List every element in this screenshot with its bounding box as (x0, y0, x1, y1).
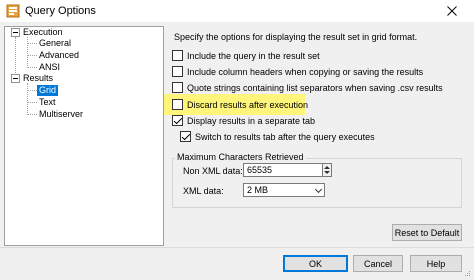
tree-item-label: ANSI (39, 62, 61, 72)
collapse-execution-toggle[interactable] (11, 28, 20, 37)
switch-to-results-tab-checkbox[interactable] (180, 131, 191, 142)
xml-label: XML data: (183, 186, 224, 196)
xml-data-value: 2 MB (247, 185, 269, 195)
tree-item-label: Multiserver (39, 109, 84, 119)
reset-to-default-button[interactable]: Reset to Default (392, 224, 462, 241)
options-tree[interactable]: Execution General Advanced ANSI Results … (4, 26, 164, 246)
discard-results-checkbox[interactable] (172, 99, 183, 110)
tree-item-label: General (39, 38, 72, 48)
non-xml-label: Non XML data: (183, 166, 243, 176)
collapse-results-toggle[interactable] (11, 74, 20, 83)
option-include-query[interactable]: Include the query in the result set (172, 49, 320, 62)
include-column-headers-checkbox[interactable] (172, 66, 183, 77)
option-quote-strings[interactable]: Quote strings containing list separators… (172, 81, 443, 94)
help-button[interactable]: Help (410, 255, 462, 272)
option-label: Switch to results tab after the query ex… (195, 131, 375, 142)
separate-tab-checkbox[interactable] (172, 115, 183, 126)
option-label: Discard results after execution (187, 99, 309, 110)
page-description: Specify the options for displaying the r… (174, 32, 418, 42)
spin-down-icon[interactable] (324, 171, 330, 174)
tree-item-label: Text (39, 97, 56, 107)
window-title: Query Options (25, 5, 96, 17)
include-query-checkbox[interactable] (172, 50, 183, 61)
group-title: Maximum Characters Retrieved (175, 152, 306, 162)
option-include-column-headers[interactable]: Include column headers when copying or s… (172, 65, 423, 78)
tree-connector (27, 67, 37, 68)
tree-connector (27, 43, 37, 44)
option-label: Display results in a separate tab (187, 115, 316, 126)
app-icon (6, 4, 20, 18)
xml-data-select[interactable]: 2 MB (243, 183, 325, 197)
chevron-down-icon (314, 185, 323, 194)
non-xml-spinner[interactable] (323, 163, 332, 177)
footer-divider (0, 247, 474, 248)
tree-connector (27, 83, 28, 115)
non-xml-data-input[interactable]: 65535 (243, 163, 323, 177)
cancel-button[interactable]: Cancel (353, 255, 403, 272)
tree-item-label: Results (23, 73, 54, 83)
option-discard-results[interactable]: Discard results after execution (172, 98, 308, 111)
tree-item-label: Grid (37, 85, 59, 96)
quote-strings-checkbox[interactable] (172, 82, 183, 93)
tree-connector (27, 102, 37, 103)
tree-connector (27, 90, 37, 91)
option-label: Include column headers when copying or s… (187, 66, 424, 77)
tree-item-label: Advanced (39, 50, 80, 60)
close-button[interactable] (430, 0, 474, 22)
ok-button[interactable]: OK (283, 255, 348, 272)
tree-connector (27, 55, 37, 56)
tree-item-label: Execution (23, 27, 63, 37)
close-icon (447, 6, 457, 16)
spin-up-icon[interactable] (324, 166, 330, 169)
title-bar: Query Options (0, 0, 474, 22)
tree-connector (27, 114, 37, 115)
query-options-window: Query Options Execution General Advanced (0, 0, 474, 280)
option-label: Quote strings containing list separators… (187, 82, 443, 93)
option-switch-to-results-tab[interactable]: Switch to results tab after the query ex… (180, 130, 375, 143)
option-label: Include the query in the result set (187, 50, 320, 61)
tree-connector (27, 37, 28, 68)
option-separate-tab[interactable]: Display results in a separate tab (172, 114, 315, 127)
resize-grip-icon[interactable] (463, 269, 471, 277)
